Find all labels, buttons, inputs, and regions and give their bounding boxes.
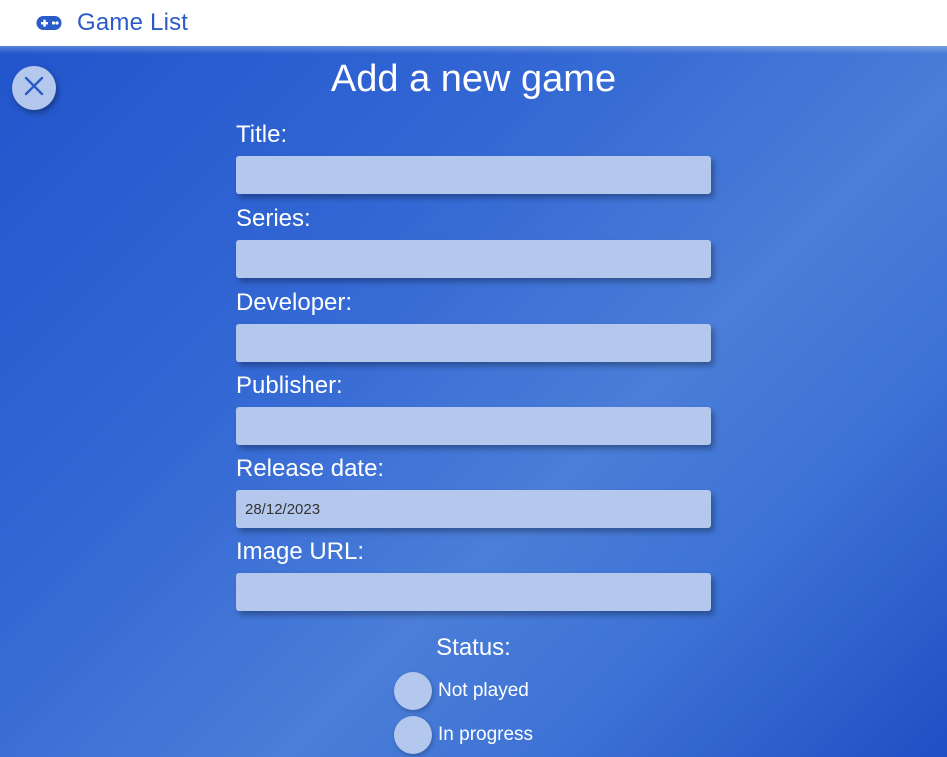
status-option-label: Not played (438, 680, 529, 701)
developer-input[interactable] (236, 324, 711, 362)
series-label: Series: (236, 205, 311, 232)
release-date-label: Release date: (236, 455, 385, 482)
add-game-panel: Add a new game Title: Series: Developer:… (0, 46, 947, 757)
page-title: Add a new game (330, 58, 617, 100)
series-input[interactable] (236, 240, 711, 278)
image-url-input[interactable] (236, 573, 711, 611)
radio-button[interactable] (394, 672, 432, 710)
publisher-label: Publisher: (236, 372, 343, 399)
gamepad-icon (36, 15, 62, 31)
top-navbar: Game List (0, 0, 947, 46)
game-list-nav-link[interactable]: Game List (36, 9, 188, 37)
release-date-input[interactable] (236, 490, 711, 528)
status-option-not-played[interactable]: Not played (394, 672, 529, 710)
status-label: Status: (436, 634, 511, 661)
publisher-input[interactable] (236, 407, 711, 445)
status-option-in-progress[interactable]: In progress (394, 716, 533, 754)
radio-button[interactable] (394, 716, 432, 754)
developer-label: Developer: (236, 289, 353, 316)
brand-label: Game List (77, 9, 189, 36)
image-url-label: Image URL: (236, 538, 365, 565)
title-label: Title: (236, 121, 288, 148)
status-option-label: In progress (438, 724, 534, 745)
title-input[interactable] (236, 156, 711, 194)
